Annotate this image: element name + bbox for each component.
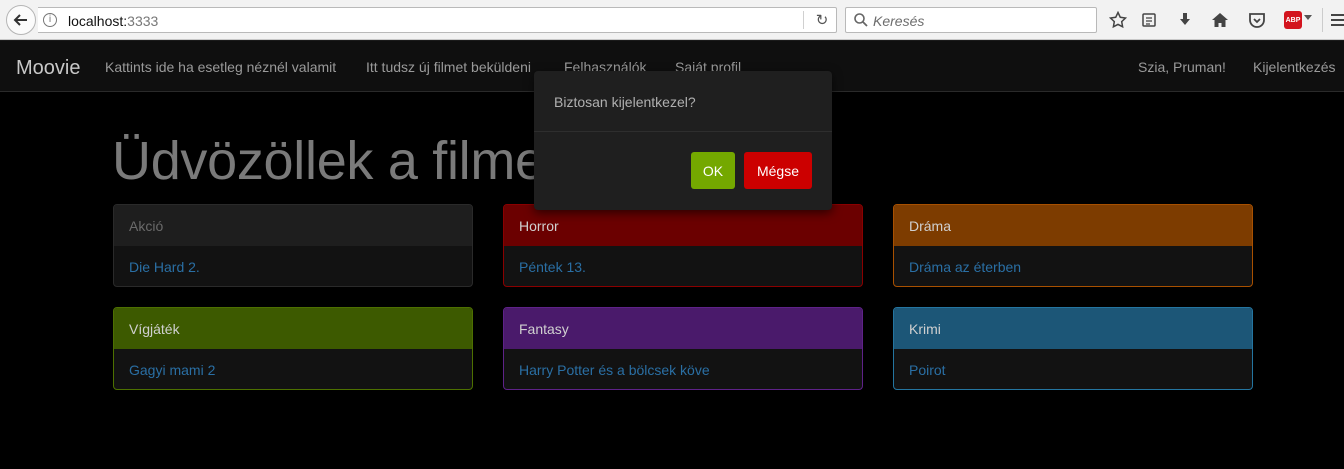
movie-link[interactable]: Poirot: [894, 349, 1252, 389]
panel-heading: Horror: [504, 205, 862, 246]
category-panel-vigjatek: Vígjáték Gagyi mami 2: [113, 307, 473, 390]
download-icon[interactable]: [1173, 8, 1197, 32]
url-port: 3333: [127, 13, 159, 29]
logout-confirm-dialog: Biztosan kijelentkezel? OK Mégse: [534, 71, 832, 210]
search-input[interactable]: Keresés: [845, 7, 1097, 33]
home-icon[interactable]: [1208, 8, 1232, 32]
bookmark-star-icon[interactable]: [1106, 8, 1130, 32]
category-panel-krimi: Krimi Poirot: [893, 307, 1253, 390]
panel-heading: Fantasy: [504, 308, 862, 349]
category-panel-fantasy: Fantasy Harry Potter és a bölcsek köve: [503, 307, 863, 390]
movie-link[interactable]: Harry Potter és a bölcsek köve: [504, 349, 862, 389]
url-bar[interactable]: i localhost:3333 ↻: [38, 7, 837, 33]
panel-heading: Krimi: [894, 308, 1252, 349]
reading-list-icon[interactable]: [1137, 8, 1161, 32]
category-panel-horror: Horror Péntek 13.: [503, 204, 863, 287]
url-host: localhost:: [68, 13, 128, 29]
panel-heading: Dráma: [894, 205, 1252, 246]
panel-heading: Vígjáték: [114, 308, 472, 349]
nav-greeting: Szia, Pruman!: [1138, 59, 1226, 75]
movie-link[interactable]: Péntek 13.: [504, 246, 862, 286]
back-button[interactable]: [6, 5, 36, 35]
search-icon: [854, 13, 868, 27]
dialog-message: Biztosan kijelentkezel?: [554, 94, 696, 110]
dialog-divider: [534, 131, 832, 132]
nav-link-watch[interactable]: Kattints ide ha esetleg néznél valamit: [105, 59, 336, 75]
search-placeholder: Keresés: [873, 13, 925, 29]
nav-link-logout[interactable]: Kijelentkezés: [1253, 59, 1336, 75]
info-icon[interactable]: i: [43, 13, 57, 27]
nav-link-submit[interactable]: Itt tudsz új filmet beküldeni: [366, 59, 531, 75]
movie-link[interactable]: Die Hard 2.: [114, 246, 472, 286]
url-separator: [803, 11, 804, 29]
category-panel-akcio: Akció Die Hard 2.: [113, 204, 473, 287]
chevron-down-icon[interactable]: [1304, 15, 1312, 20]
browser-toolbar: i localhost:3333 ↻ Keresés ABP: [0, 0, 1344, 40]
cancel-button[interactable]: Mégse: [744, 152, 812, 189]
adblock-icon[interactable]: ABP: [1284, 11, 1302, 29]
category-panel-drama: Dráma Dráma az éterben: [893, 204, 1253, 287]
panel-heading: Akció: [114, 205, 472, 246]
url-text: localhost:3333: [68, 13, 158, 29]
hamburger-menu-icon[interactable]: [1331, 8, 1344, 32]
movie-link[interactable]: Dráma az éterben: [894, 246, 1252, 286]
toolbar-separator: [1322, 8, 1323, 32]
brand-logo[interactable]: Moovie: [16, 57, 80, 80]
back-arrow-icon: [13, 14, 27, 26]
pocket-icon[interactable]: [1245, 8, 1269, 32]
reload-icon[interactable]: ↻: [812, 10, 832, 30]
ok-button[interactable]: OK: [691, 152, 735, 189]
movie-link[interactable]: Gagyi mami 2: [114, 349, 472, 389]
